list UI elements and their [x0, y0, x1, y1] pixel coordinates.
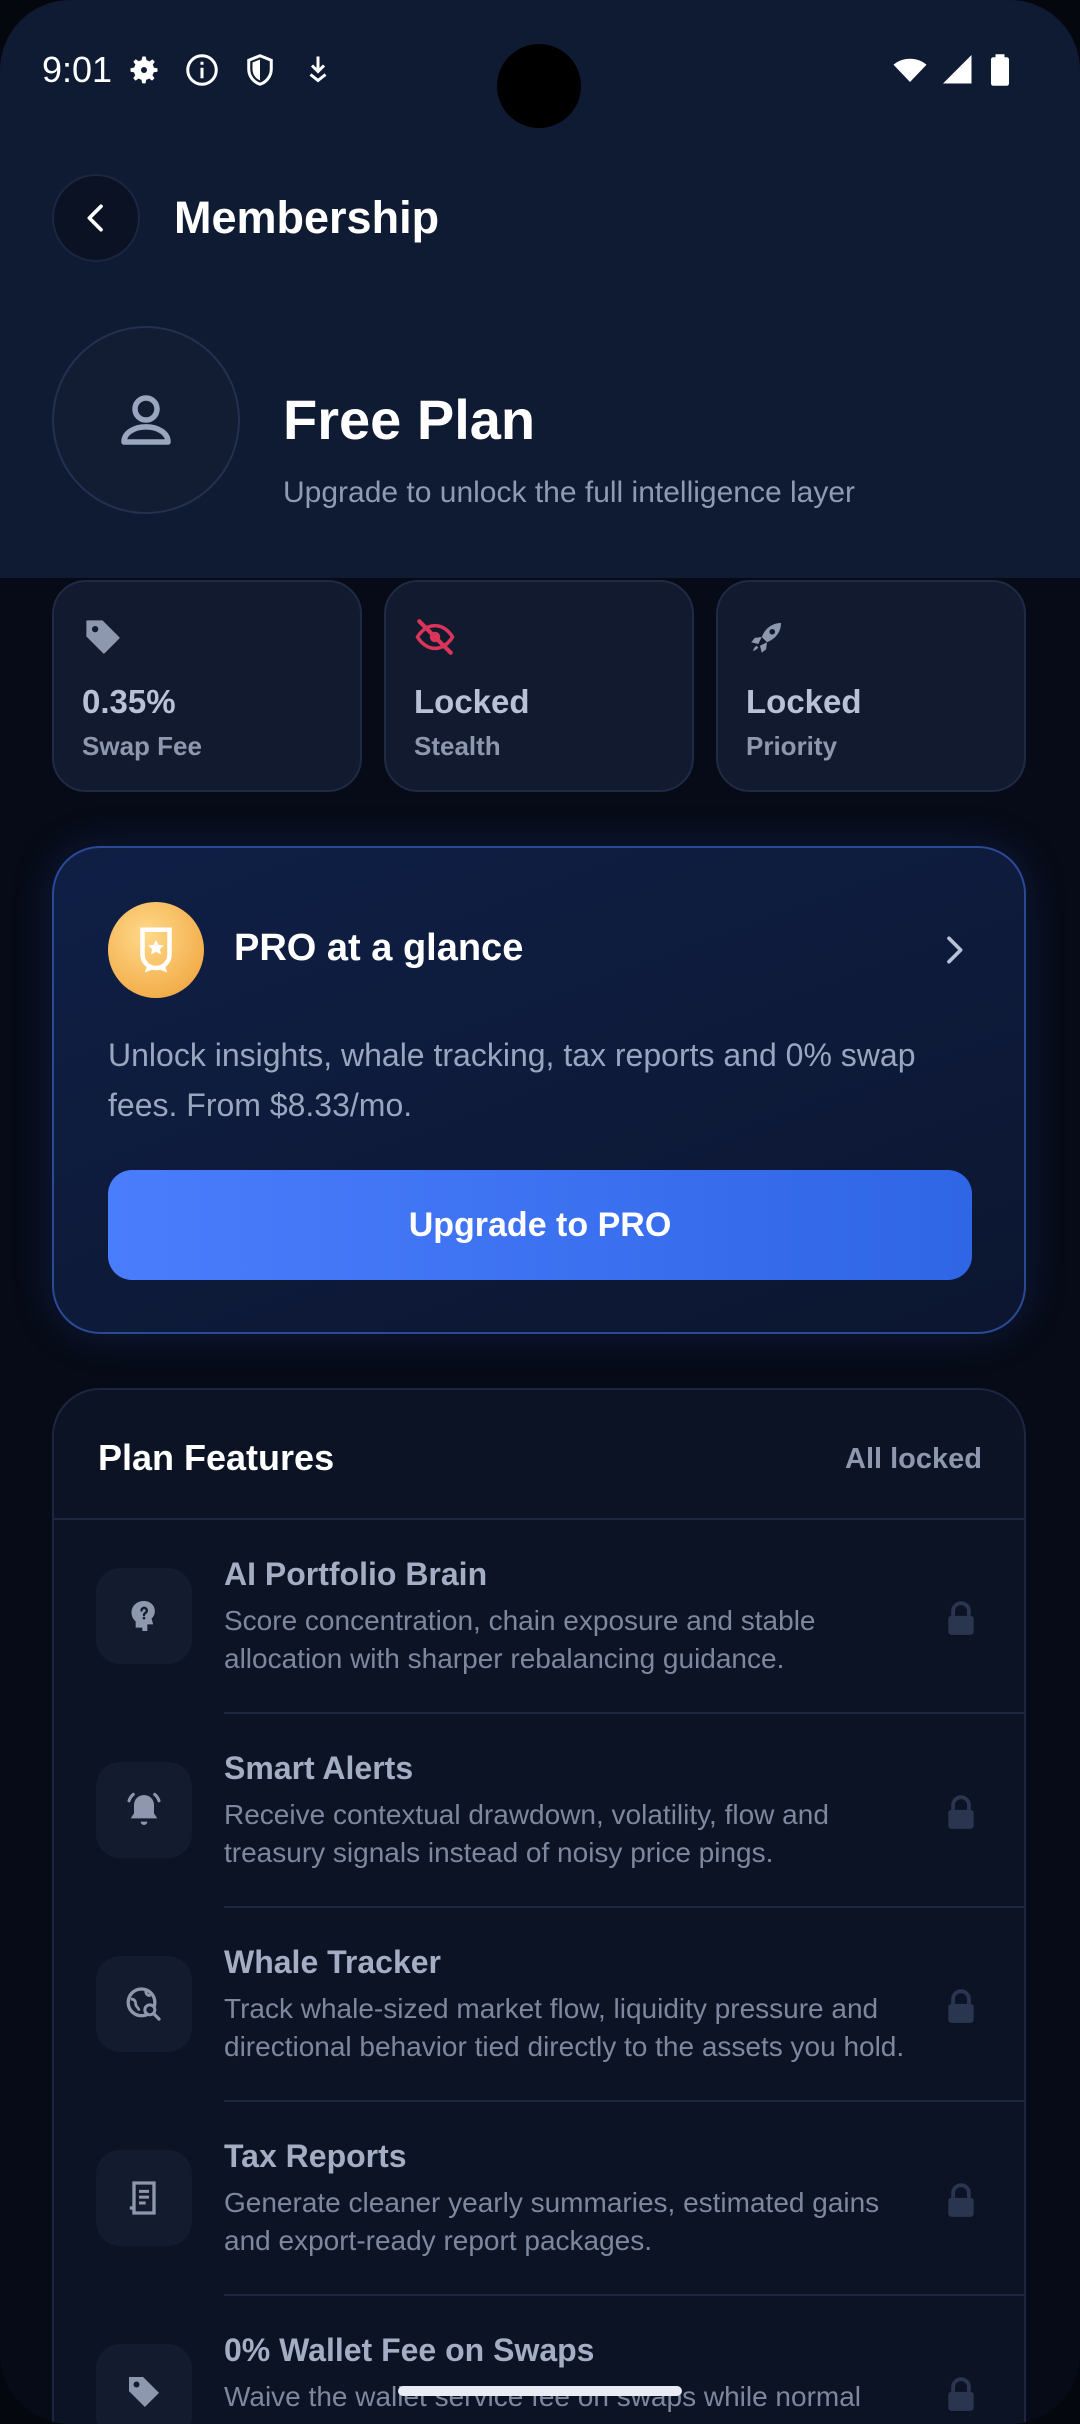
plan-subtitle: Upgrade to unlock the full intelligence … — [283, 476, 856, 509]
status-bar: 9:01 — [0, 0, 1080, 140]
receipt-icon — [129, 2181, 156, 2215]
lock-icon — [948, 1795, 974, 1829]
feature-description: Score concentration, chain exposure and … — [224, 1605, 816, 1674]
feature-icon-box — [96, 1762, 192, 1858]
page-title: Membership — [174, 192, 440, 243]
lock-icon — [948, 2377, 974, 2411]
back-button[interactable] — [52, 174, 140, 262]
features-status: All locked — [845, 1443, 982, 1475]
tag-icon — [129, 2377, 159, 2407]
feature-name: Tax Reports — [224, 2138, 407, 2174]
feature-row-smart-alerts[interactable]: Smart Alerts Receive contextual drawdown… — [54, 1714, 1024, 1908]
feature-name: Smart Alerts — [224, 1750, 414, 1786]
chevron-left-icon — [87, 204, 103, 232]
feature-row-whale-tracker[interactable]: Whale Tracker Track whale-sized market f… — [54, 1908, 1024, 2102]
feature-row-tax-reports[interactable]: Tax Reports Generate cleaner yearly summ… — [54, 2102, 1024, 2296]
award-icon — [140, 927, 172, 973]
stat-label: Priority — [746, 731, 838, 761]
upgrade-to-pro-button[interactable]: Upgrade to PRO — [108, 1170, 972, 1280]
download-icon — [309, 56, 327, 83]
avatar — [52, 326, 240, 514]
lock-icon — [948, 1989, 974, 2023]
settings-icon — [130, 56, 158, 84]
tag-icon — [86, 620, 120, 654]
stat-value: Locked — [414, 683, 530, 720]
stat-card-priority: Locked Priority — [716, 580, 1026, 792]
eye-off-icon — [415, 619, 455, 655]
stat-label: Swap Fee — [82, 731, 202, 761]
stat-value: Locked — [746, 683, 862, 720]
stat-label: Stealth — [414, 731, 501, 761]
feature-icon-box — [96, 1568, 192, 1664]
rocket-icon — [751, 623, 781, 653]
pro-card[interactable]: PRO at a glance Unlock insights, whale t… — [52, 846, 1026, 1334]
feature-name: AI Portfolio Brain — [224, 1556, 488, 1592]
chevron-right-icon[interactable] — [934, 930, 974, 970]
pro-card-title: PRO at a glance — [234, 927, 524, 969]
wifi-icon — [893, 58, 927, 82]
plan-name: Free Plan — [283, 388, 536, 451]
lock-icon — [948, 1601, 974, 1635]
signal-icon — [943, 55, 972, 84]
feature-row-wallet-fee[interactable]: 0% Wallet Fee on Swaps Waive the wallet … — [54, 2296, 1024, 2424]
stat-value: 0.35% — [82, 683, 176, 720]
status-time: 9:01 — [42, 49, 113, 90]
stat-card-stealth: Locked Stealth — [384, 580, 694, 792]
battery-icon — [991, 54, 1009, 86]
pro-card-description: Unlock insights, whale tracking, tax rep… — [108, 1037, 916, 1123]
lock-icon — [948, 2183, 974, 2217]
feature-row-ai-portfolio-brain[interactable]: AI Portfolio Brain Score concentration, … — [54, 1520, 1024, 1714]
feature-description: Receive contextual drawdown, volatility,… — [224, 1799, 829, 1868]
feature-description: Generate cleaner yearly summaries, estim… — [224, 2187, 880, 2256]
brain-icon — [131, 1601, 155, 1631]
feature-description: Track whale-sized market flow, liquidity… — [224, 1993, 905, 2062]
camera-cutout — [497, 44, 581, 128]
feature-description: Waive the wallet service fee on swaps wh… — [224, 2381, 862, 2424]
feature-icon-box — [96, 2344, 192, 2424]
feature-icon-box — [96, 1956, 192, 2052]
person-icon — [121, 395, 171, 445]
stat-card-swap-fee: 0.35% Swap Fee — [52, 580, 362, 792]
pro-badge — [108, 902, 204, 998]
shield-icon — [247, 54, 273, 86]
globe-search-icon — [126, 1987, 161, 2021]
plan-features-card: Plan Features All locked AI Portfolio Br… — [52, 1388, 1026, 2424]
home-indicator[interactable] — [398, 2386, 682, 2396]
feature-icon-box — [96, 2150, 192, 2246]
bell-icon — [127, 1792, 161, 1825]
membership-screen: 9:01 Membership Free Plan Upgrade to unl… — [0, 0, 1080, 2424]
features-title: Plan Features — [98, 1437, 335, 1478]
feature-name: 0% Wallet Fee on Swaps — [224, 2332, 595, 2368]
feature-name: Whale Tracker — [224, 1944, 441, 1980]
info-icon — [186, 54, 218, 86]
